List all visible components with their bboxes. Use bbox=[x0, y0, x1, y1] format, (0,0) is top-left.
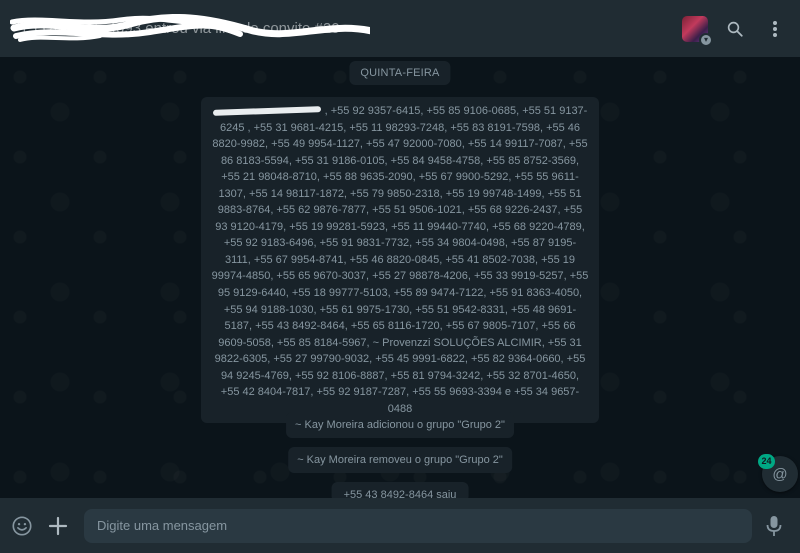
redaction-scribble bbox=[10, 13, 370, 42]
attach-button[interactable] bbox=[46, 514, 70, 538]
date-separator: QUINTA-FEIRA bbox=[349, 61, 451, 85]
system-message-added-members: , +55 92 9357-6415, +55 85 9106-0685, +5… bbox=[201, 97, 599, 424]
attach-plus-icon bbox=[48, 516, 68, 535]
menu-button[interactable] bbox=[762, 16, 788, 42]
message-input[interactable] bbox=[84, 508, 752, 543]
chat-header[interactable]: +55 48 9115-4093 entrou via link de conv… bbox=[0, 0, 800, 57]
menu-icon bbox=[773, 20, 777, 37]
emoji-button[interactable] bbox=[10, 514, 34, 538]
mention-count-badge: 24 bbox=[758, 454, 775, 469]
system-message: +55 43 8492-8464 saiu bbox=[331, 482, 469, 498]
redaction-mark bbox=[212, 106, 321, 116]
system-message: ~ Kay Moreira removeu o grupo "Grupo 2" bbox=[288, 447, 512, 473]
system-message: ~ Kay Moreira adicionou o grupo "Grupo 2… bbox=[286, 412, 514, 438]
emoji-icon bbox=[12, 515, 32, 536]
group-avatar[interactable]: ▾ bbox=[682, 15, 713, 47]
search-button[interactable] bbox=[722, 16, 748, 42]
group-title[interactable]: +55 48 9115-4093 entrou via link de conv… bbox=[10, 13, 370, 44]
at-icon: @ bbox=[772, 465, 788, 483]
composer-bar bbox=[0, 498, 800, 553]
mic-icon bbox=[766, 515, 782, 536]
chat-pane[interactable]: QUINTA-FEIRA , +55 92 9357-6415, +55 85 … bbox=[0, 57, 800, 498]
added-members-text: , +55 92 9357-6415, +55 85 9106-0685, +5… bbox=[211, 105, 589, 415]
chevron-down-icon: ▾ bbox=[699, 32, 713, 47]
search-icon bbox=[727, 21, 743, 37]
voice-message-button[interactable] bbox=[762, 514, 786, 538]
